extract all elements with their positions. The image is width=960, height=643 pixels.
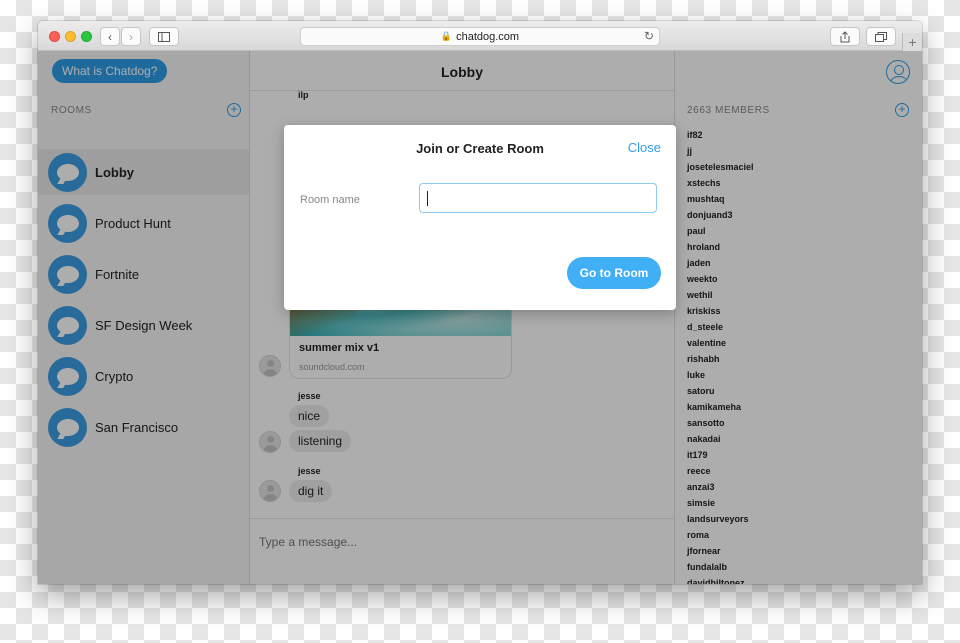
back-button[interactable]: ‹ xyxy=(100,27,120,46)
browser-window: ‹ › 🔒 chatdog.com ↻ + What is Chatdog? R… xyxy=(38,21,922,584)
join-room-modal: Join or Create Room Close Room name Go t… xyxy=(284,125,676,310)
tabs-icon xyxy=(875,31,887,42)
chevron-left-icon: ‹ xyxy=(108,29,112,44)
minimize-window-button[interactable] xyxy=(65,31,76,42)
new-tab-button[interactable]: + xyxy=(902,33,922,51)
modal-title: Join or Create Room xyxy=(416,141,544,156)
zoom-window-button[interactable] xyxy=(81,31,92,42)
close-window-button[interactable] xyxy=(49,31,60,42)
url-text: chatdog.com xyxy=(456,30,520,43)
app-content: What is Chatdog? ROOMS + Lobby Product H… xyxy=(38,51,922,584)
address-bar[interactable]: 🔒 chatdog.com ↻ xyxy=(300,27,660,46)
sidebar-toggle-button[interactable] xyxy=(149,27,179,46)
go-to-room-button[interactable]: Go to Room xyxy=(567,257,661,289)
plus-icon: + xyxy=(908,34,917,50)
forward-button[interactable]: › xyxy=(121,27,141,46)
room-name-input[interactable] xyxy=(419,183,657,213)
title-bar: ‹ › 🔒 chatdog.com ↻ + xyxy=(38,21,922,51)
room-name-label: Room name xyxy=(300,194,360,206)
chevron-right-icon: › xyxy=(129,29,133,44)
reload-icon[interactable]: ↻ xyxy=(644,29,654,43)
close-button[interactable]: Close xyxy=(628,140,661,155)
sidebar-icon xyxy=(158,31,170,42)
share-button[interactable] xyxy=(830,27,860,46)
share-icon xyxy=(840,30,850,42)
lock-icon: 🔒 xyxy=(440,31,453,41)
tabs-overview-button[interactable] xyxy=(866,27,896,46)
text-cursor xyxy=(427,191,428,206)
